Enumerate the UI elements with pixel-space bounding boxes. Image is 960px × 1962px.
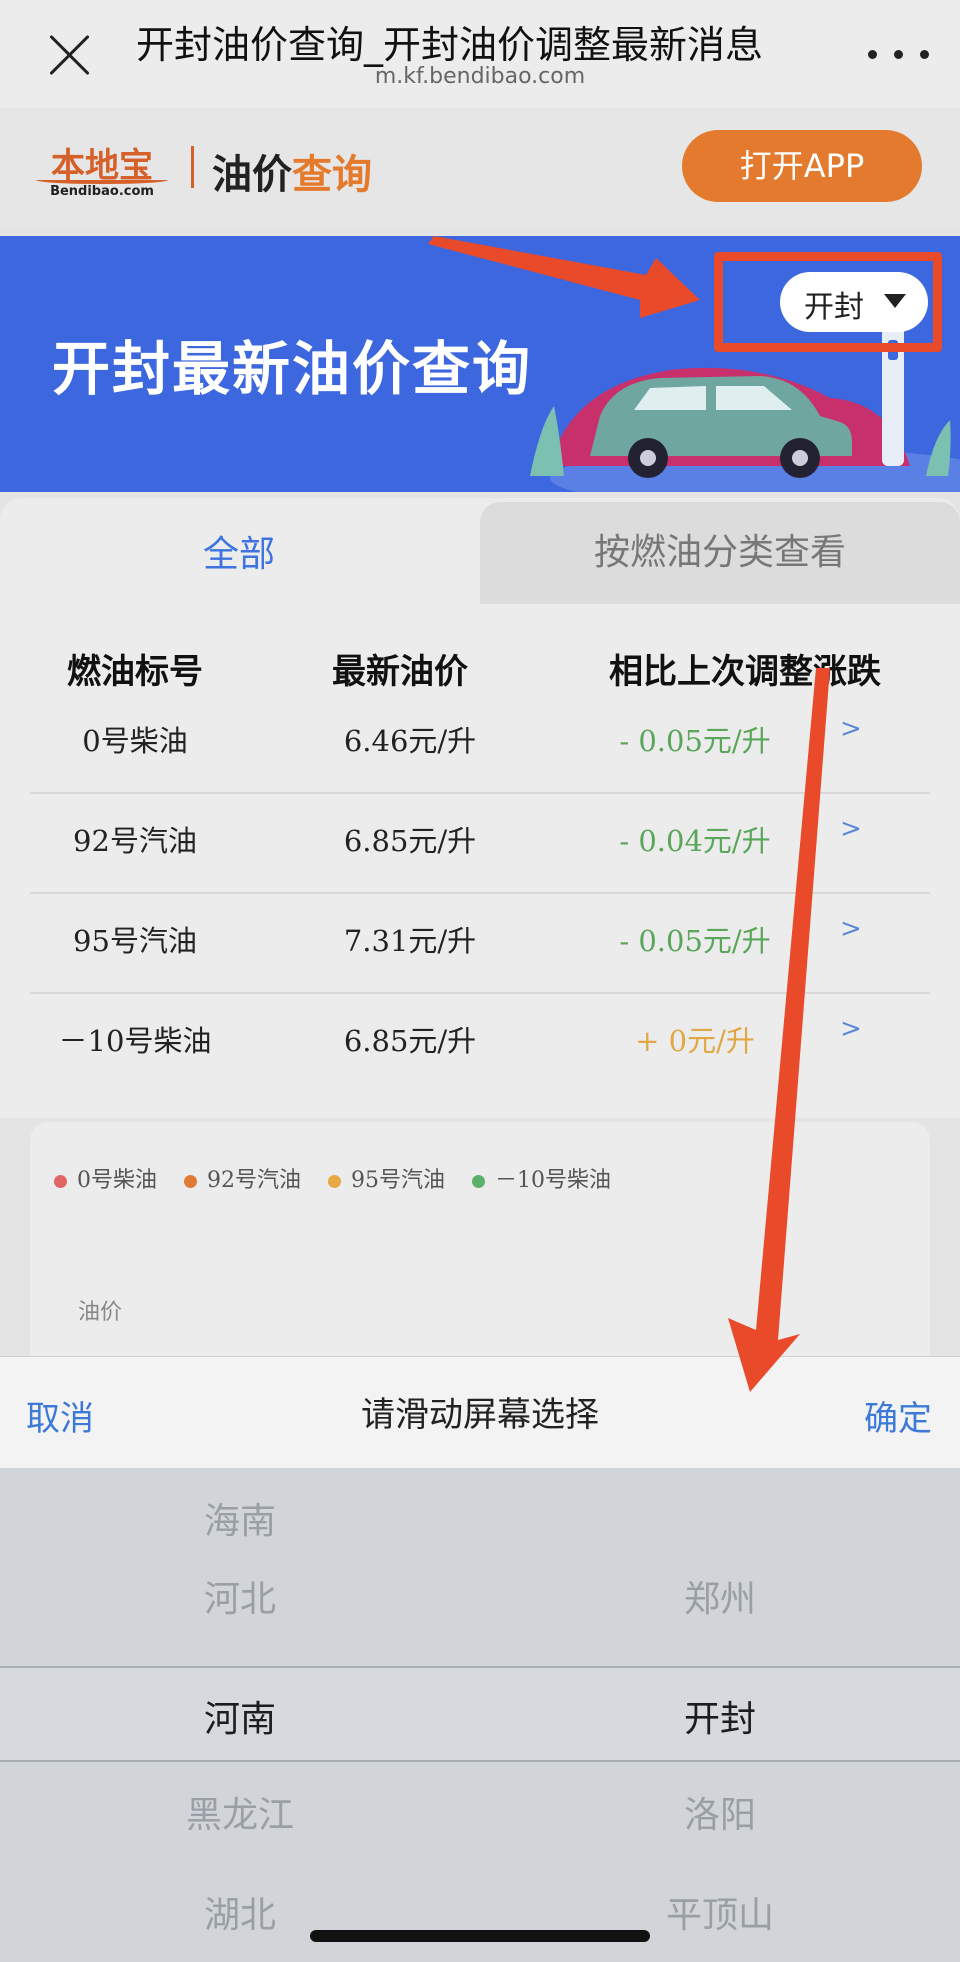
header-fuel-grade: 燃油标号 — [67, 652, 203, 692]
table-row[interactable]: －10号柴油 6.85元/升 + 0元/升 > — [30, 994, 930, 1094]
fuel-price: 6.85元/升 — [343, 1024, 477, 1058]
legend-item[interactable]: －10号柴油 — [472, 1162, 611, 1194]
price-change: - 0.05元/升 — [619, 924, 771, 958]
open-app-button[interactable]: 打开APP — [682, 130, 922, 202]
section-title-part2: 查询 — [292, 152, 372, 198]
province-option[interactable]: 黑龙江 — [0, 1786, 480, 1838]
fuel-price: 6.46元/升 — [343, 724, 477, 758]
legend-dot-icon — [328, 1174, 341, 1188]
browser-top-bar: 开封油价查询_开封油价调整最新消息 m.kf.bendibao.com — [0, 0, 960, 108]
fuel-grade: 92号汽油 — [73, 824, 197, 858]
legend-item[interactable]: 0号柴油 — [54, 1162, 157, 1194]
picker-title: 请滑动屏幕选择 — [361, 1395, 599, 1435]
price-change: - 0.04元/升 — [619, 824, 771, 858]
legend-item[interactable]: 95号汽油 — [328, 1162, 445, 1194]
legend-label: 0号柴油 — [77, 1168, 157, 1193]
legend-label: 92号汽油 — [207, 1168, 301, 1193]
chart-y-axis-label: 油价 — [78, 1300, 123, 1325]
chevron-right-icon[interactable]: > — [840, 814, 870, 844]
province-option[interactable]: 河北 — [0, 1570, 480, 1622]
table-row[interactable]: 95号汽油 7.31元/升 - 0.05元/升 > — [30, 894, 930, 994]
home-indicator[interactable] — [310, 1930, 650, 1942]
more-options-icon[interactable] — [864, 44, 934, 60]
province-option-selected[interactable]: 河南 — [0, 1690, 480, 1742]
chevron-right-icon[interactable]: > — [840, 914, 870, 944]
logo-subtext: Bendibao.com — [50, 184, 154, 199]
tab-by-category[interactable]: 按燃油分类查看 — [480, 502, 960, 604]
site-header: 本地宝 Bendibao.com 油价查询 打开APP — [0, 108, 960, 228]
table-header: 燃油标号 最新油价 相比上次调整涨跌 — [0, 644, 960, 694]
province-option[interactable]: 海南 — [0, 1492, 480, 1544]
city-option[interactable]: 郑州 — [480, 1570, 960, 1622]
annotation-highlight-box — [714, 252, 942, 352]
page-title: 开封油价查询_开封油价调整最新消息 — [136, 23, 764, 67]
legend-dot-icon — [54, 1174, 67, 1188]
table-row[interactable]: 0号柴油 6.46元/升 - 0.05元/升 > — [30, 694, 930, 794]
fuel-grade: －10号柴油 — [58, 1024, 212, 1058]
price-trend-chart: 0号柴油 92号汽油 95号汽油 －10号柴油 油价 — [30, 1122, 930, 1382]
fuel-grade: 0号柴油 — [82, 724, 188, 758]
legend-dot-icon — [472, 1174, 485, 1188]
legend-dot-icon — [184, 1174, 197, 1188]
price-change: + 0元/升 — [635, 1024, 755, 1058]
legend-label: －10号柴油 — [495, 1168, 611, 1193]
region-picker-wheel[interactable]: 海南 河北 河南 黑龙江 湖北 郑州 开封 洛阳 平顶山 — [0, 1468, 960, 1962]
section-title: 油价查询 — [212, 142, 372, 200]
page-url: m.kf.bendibao.com — [374, 64, 586, 89]
price-change: - 0.05元/升 — [619, 724, 771, 758]
legend-item[interactable]: 92号汽油 — [184, 1162, 301, 1194]
city-option[interactable]: 洛阳 — [480, 1786, 960, 1838]
city-option-selected[interactable]: 开封 — [480, 1690, 960, 1742]
chevron-right-icon[interactable]: > — [840, 1014, 870, 1044]
cancel-button[interactable]: 取消 — [26, 1391, 94, 1440]
table-row[interactable]: 92号汽油 6.85元/升 - 0.04元/升 > — [30, 794, 930, 894]
chevron-right-icon[interactable]: > — [840, 714, 870, 744]
price-card: 按燃油分类查看 全部 燃油标号 最新油价 相比上次调整涨跌 0号柴油 6.46元… — [0, 498, 960, 1118]
logo-swoosh — [36, 176, 168, 184]
picker-toolbar: 请滑动屏幕选择 取消 确定 — [0, 1356, 960, 1468]
chart-legend: 0号柴油 92号汽油 95号汽油 －10号柴油 — [54, 1162, 631, 1194]
header-change: 相比上次调整涨跌 — [609, 652, 881, 692]
section-title-part1: 油价 — [212, 152, 292, 198]
bendibao-logo[interactable]: 本地宝 Bendibao.com — [36, 138, 168, 202]
header-latest-price: 最新油价 — [332, 652, 468, 692]
fuel-grade: 95号汽油 — [73, 924, 197, 958]
confirm-button[interactable]: 确定 — [864, 1391, 932, 1440]
fuel-price: 7.31元/升 — [343, 924, 477, 958]
tab-all[interactable]: 全部 — [0, 502, 478, 608]
legend-label: 95号汽油 — [351, 1168, 445, 1193]
fuel-price: 6.85元/升 — [343, 824, 477, 858]
banner-title: 开封最新油价查询 — [52, 335, 533, 403]
header-divider — [191, 146, 194, 188]
